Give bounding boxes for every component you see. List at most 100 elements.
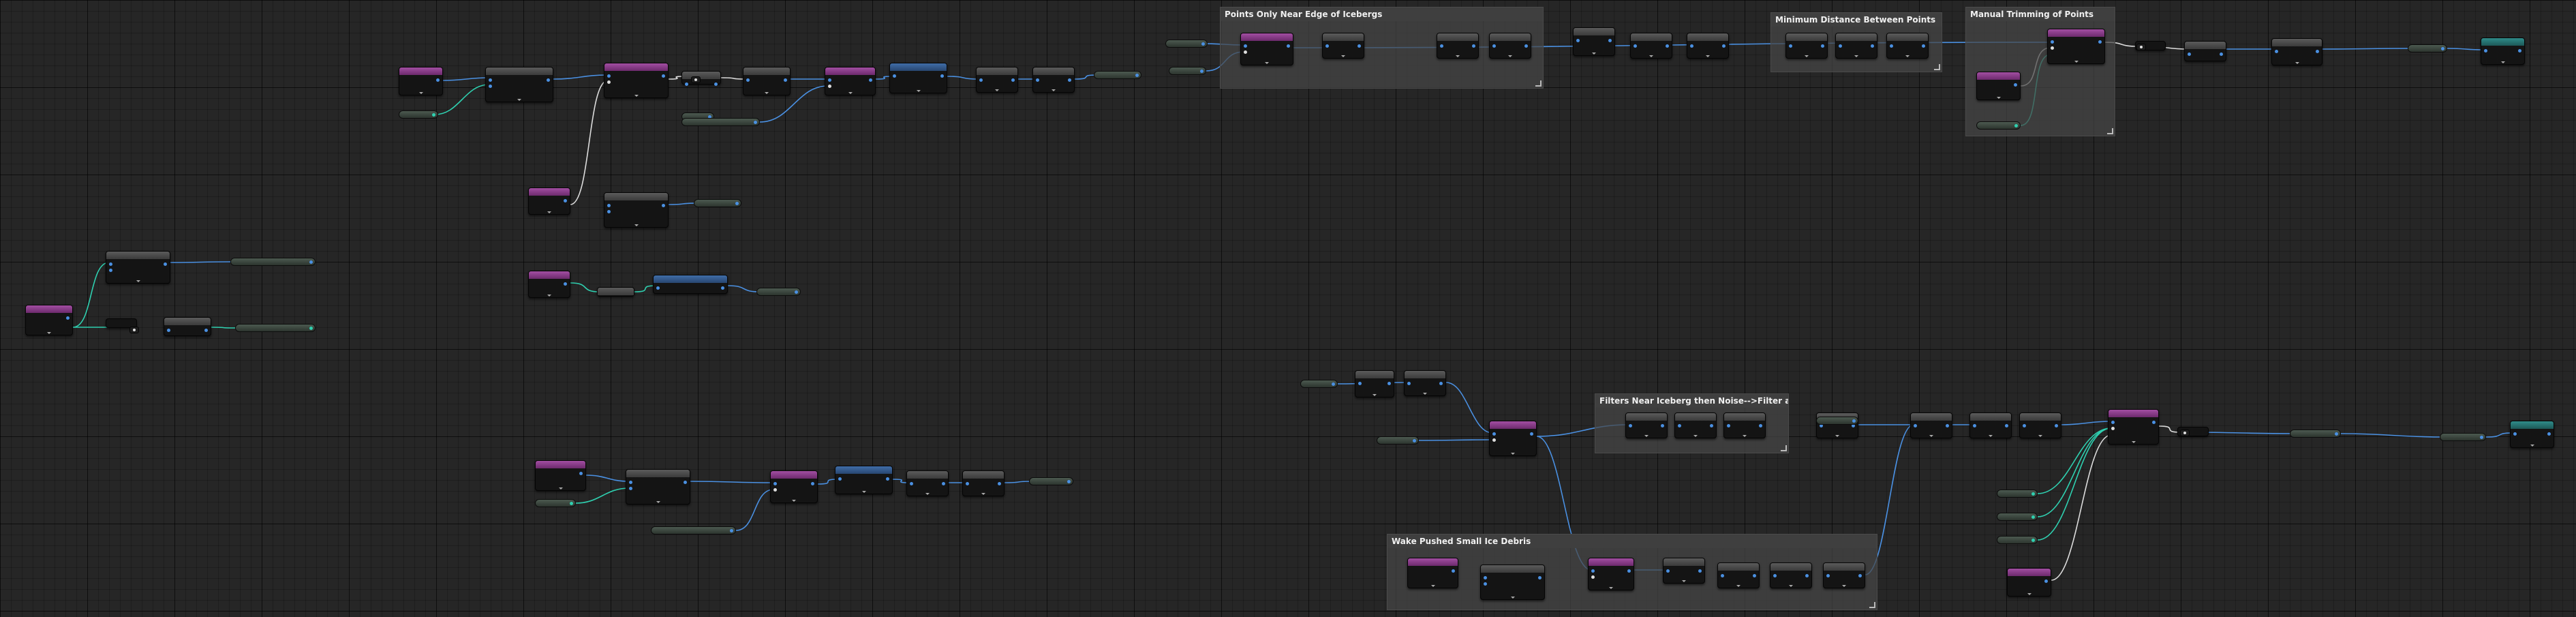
graph-node[interactable] <box>2184 41 2226 61</box>
output-pin-icon[interactable] <box>1452 569 1455 573</box>
variable-getter-node[interactable] <box>681 118 760 126</box>
graph-node[interactable] <box>1625 412 1668 438</box>
input-pin-icon[interactable] <box>910 482 913 485</box>
node-header[interactable] <box>2020 413 2061 421</box>
output-pin-icon[interactable] <box>1068 78 1071 82</box>
expand-chevron-icon[interactable] <box>1854 55 1858 57</box>
variable-getter-node[interactable] <box>756 288 801 296</box>
variable-getter-node[interactable] <box>1976 121 2021 130</box>
output-pin-icon[interactable] <box>730 529 733 532</box>
node-header[interactable] <box>1323 33 1364 41</box>
input-pin-icon[interactable] <box>1914 424 1917 427</box>
graph-node[interactable] <box>1723 412 1766 438</box>
output-pin-icon[interactable] <box>564 282 567 286</box>
output-pin-icon[interactable] <box>2014 124 2018 127</box>
expand-chevron-icon[interactable] <box>1609 587 1613 589</box>
output-pin-icon[interactable] <box>869 78 872 82</box>
graph-node[interactable] <box>604 63 669 98</box>
graph-node[interactable] <box>1588 558 1634 590</box>
output-pin-icon[interactable] <box>2055 424 2058 427</box>
input-pin-icon[interactable] <box>1484 582 1487 586</box>
input-pin-icon[interactable] <box>109 262 112 266</box>
node-header[interactable] <box>1911 413 1952 421</box>
input-pin-icon[interactable] <box>1358 382 1362 385</box>
comment-title[interactable]: Minimum Distance Between Points <box>1771 13 1942 27</box>
output-pin-icon[interactable] <box>2480 436 2483 439</box>
node-header[interactable] <box>1481 565 1544 573</box>
output-pin-icon[interactable] <box>570 502 573 505</box>
expand-chevron-icon[interactable] <box>981 493 985 495</box>
graph-node[interactable] <box>2007 568 2051 597</box>
wire[interactable] <box>668 202 698 205</box>
output-pin-icon[interactable] <box>579 472 583 475</box>
input-pin-icon[interactable] <box>1244 50 1247 54</box>
expand-chevron-icon[interactable] <box>1649 55 1653 57</box>
output-pin-icon[interactable] <box>811 482 814 485</box>
variable-getter-node[interactable] <box>235 324 316 332</box>
input-pin-icon[interactable] <box>489 85 492 88</box>
variable-getter-node[interactable] <box>1377 436 1419 445</box>
graph-node[interactable] <box>1489 421 1537 456</box>
resize-grip-icon[interactable] <box>1934 64 1940 70</box>
output-pin-icon[interactable] <box>795 290 798 294</box>
expand-chevron-icon[interactable] <box>47 332 51 334</box>
input-pin-icon[interactable] <box>607 80 611 84</box>
output-pin-icon[interactable] <box>1011 78 1015 82</box>
output-pin-icon[interactable] <box>309 327 313 330</box>
output-pin-icon[interactable] <box>2044 580 2048 583</box>
expand-chevron-icon[interactable] <box>1693 435 1698 437</box>
output-pin-icon[interactable] <box>2031 492 2035 496</box>
input-pin-icon[interactable] <box>2484 49 2487 52</box>
expand-chevron-icon[interactable] <box>925 493 930 495</box>
graph-node[interactable] <box>106 251 170 284</box>
expand-chevron-icon[interactable] <box>1508 55 1512 57</box>
input-pin-icon[interactable] <box>607 204 611 207</box>
graph-node[interactable] <box>2047 29 2105 64</box>
reroute-node[interactable] <box>2180 430 2190 436</box>
comment-title[interactable]: Filters Near Iceberg then Noise-->Filter… <box>1595 394 1788 408</box>
node-header[interactable] <box>1033 67 1074 75</box>
output-pin-icon[interactable] <box>1067 480 1071 483</box>
input-pin-icon[interactable] <box>1727 424 1730 427</box>
expand-chevron-icon[interactable] <box>916 90 921 92</box>
expand-chevron-icon[interactable] <box>1682 580 1686 582</box>
node-header[interactable] <box>1437 33 1478 41</box>
output-pin-icon[interactable] <box>1753 574 1756 577</box>
expand-chevron-icon[interactable] <box>1996 97 2001 99</box>
wire[interactable] <box>570 80 609 205</box>
wire[interactable] <box>2061 421 2112 425</box>
graph-node[interactable] <box>962 470 1005 496</box>
output-pin-icon[interactable] <box>2031 539 2035 542</box>
reroute-pin-icon[interactable] <box>2140 46 2143 48</box>
wire[interactable] <box>690 481 774 483</box>
graph-node[interactable] <box>976 67 1018 93</box>
output-pin-icon[interactable] <box>1666 44 1669 48</box>
node-header[interactable] <box>682 72 720 79</box>
graph-node[interactable] <box>1717 562 1760 588</box>
reroute-node[interactable] <box>691 76 701 83</box>
node-header[interactable] <box>1355 371 1394 378</box>
expand-chevron-icon[interactable] <box>1430 585 1435 587</box>
input-pin-icon[interactable] <box>1678 424 1681 427</box>
graph-node[interactable] <box>743 67 791 95</box>
wire[interactable] <box>553 74 609 80</box>
wire[interactable] <box>2340 433 2444 438</box>
output-pin-icon[interactable] <box>1852 419 1856 423</box>
input-pin-icon[interactable] <box>607 74 611 78</box>
expand-chevron-icon[interactable] <box>2500 61 2505 63</box>
graph-node[interactable] <box>1687 33 1729 59</box>
graph-node[interactable] <box>2108 409 2159 445</box>
output-pin-icon[interactable] <box>309 260 313 264</box>
output-pin-icon[interactable] <box>735 202 739 205</box>
node-header[interactable] <box>1490 421 1536 429</box>
node-header[interactable] <box>1408 558 1458 566</box>
graph-node[interactable] <box>1480 565 1545 600</box>
output-pin-icon[interactable] <box>2152 421 2156 424</box>
node-header[interactable] <box>963 471 1004 479</box>
input-pin-icon[interactable] <box>1721 574 1724 577</box>
graph-node[interactable] <box>485 67 553 102</box>
expand-chevron-icon[interactable] <box>1736 585 1741 587</box>
graph-node[interactable] <box>889 63 947 93</box>
node-header[interactable] <box>825 67 875 75</box>
input-pin-icon[interactable] <box>629 481 632 484</box>
